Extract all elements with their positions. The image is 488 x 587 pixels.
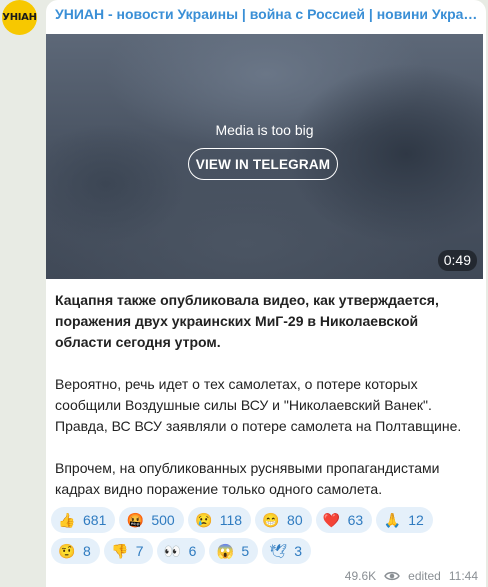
media-notice: Media is too big (215, 122, 314, 138)
praying-hands-icon: 🙏 (383, 511, 401, 528)
post-paragraph: Впрочем, на опубликованных руснявыми про… (55, 460, 440, 497)
post-text: Кацапня также опубликовала видео, как ут… (55, 290, 477, 521)
reaction-screaming-face[interactable]: 😱 5 (209, 538, 259, 564)
message-footer: 49.6K edited 11:44 (345, 569, 478, 583)
reaction-angry-face[interactable]: 🤬 500 (119, 507, 184, 533)
channel-title[interactable]: УНИАН - новости Украины | война с Россие… (55, 6, 479, 22)
reaction-count: 3 (294, 543, 302, 559)
reaction-count: 7 (135, 543, 144, 559)
edited-label: edited (408, 569, 441, 583)
post-paragraph: Кацапня также опубликовала видео, как ут… (55, 292, 439, 350)
eyes-icon: 👀 (163, 542, 182, 559)
message-time: 11:44 (448, 569, 478, 583)
dove-icon: 🕊 (269, 542, 288, 559)
reaction-thumbs-down[interactable]: 👎 7 (103, 538, 153, 564)
media-preview[interactable]: Media is too big VIEW IN TELEGRAM 0:49 (46, 34, 483, 279)
crying-face-icon: 😢 (195, 511, 213, 528)
raised-eyebrow-face-icon: 🤨 (58, 542, 76, 559)
post-paragraph: Вероятно, речь идет о тех самолетах, о п… (55, 376, 462, 434)
reactions-row: 👍 681 🤬 500 😢 118 😁 80 ❤️ 63 🙏 12 (51, 507, 481, 533)
reaction-thumbs-up[interactable]: 👍 681 (51, 507, 116, 533)
message-bubble: УНИАН - новости Украины | война с Россие… (46, 0, 486, 587)
view-in-telegram-button[interactable]: VIEW IN TELEGRAM (188, 148, 338, 180)
reaction-count: 681 (83, 512, 107, 528)
reaction-dove[interactable]: 🕊 3 (262, 538, 311, 564)
reaction-count: 8 (83, 543, 91, 559)
reaction-count: 80 (287, 512, 303, 528)
channel-avatar[interactable]: УНІАН (2, 0, 37, 35)
reaction-heart[interactable]: ❤️ 63 (315, 507, 373, 533)
reaction-count: 6 (188, 543, 197, 559)
view-count: 49.6K (344, 569, 377, 583)
reactions-row: 🤨 8 👎 7 👀 6 😱 5 🕊 3 (51, 538, 481, 564)
angry-face-icon: 🤬 (126, 511, 145, 528)
reaction-praying-hands[interactable]: 🙏 12 (376, 507, 433, 533)
reaction-count: 118 (219, 512, 243, 528)
reaction-count: 63 (347, 512, 364, 528)
thumbs-down-icon: 👎 (111, 542, 129, 559)
reaction-crying-face[interactable]: 😢 118 (187, 507, 252, 533)
screaming-face-icon: 😱 (216, 542, 235, 559)
thumbs-up-icon: 👍 (58, 511, 76, 528)
grinning-face-icon: 😁 (262, 511, 280, 528)
reaction-count: 12 (408, 512, 424, 528)
reaction-raised-eyebrow[interactable]: 🤨 8 (51, 538, 100, 564)
reactions-bar: 👍 681 🤬 500 😢 118 😁 80 ❤️ 63 🙏 12 🤨 8 👎 … (51, 507, 481, 569)
heart-icon: ❤️ (322, 511, 341, 528)
reaction-count: 5 (241, 543, 250, 559)
reaction-count: 500 (151, 512, 175, 528)
reaction-eyes[interactable]: 👀 6 (156, 538, 206, 564)
eye-icon (384, 571, 400, 581)
reaction-grinning-face[interactable]: 😁 80 (255, 507, 312, 533)
video-duration: 0:49 (437, 250, 477, 271)
